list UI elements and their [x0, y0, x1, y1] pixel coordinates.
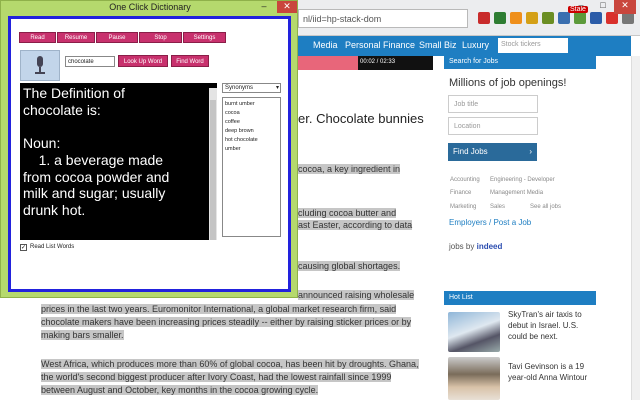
synonym-item[interactable]: deep brown	[225, 128, 254, 134]
job-category-link[interactable]: See all jobs	[530, 204, 561, 210]
synonyms-select[interactable]: Synonyms ▾	[222, 83, 281, 93]
dictionary-close-button[interactable]: ✕	[277, 1, 297, 13]
resume-button[interactable]: Resume	[57, 32, 95, 43]
find-word-button[interactable]: Find Word	[171, 55, 209, 67]
article-line: ast Easter, according to data	[298, 220, 413, 230]
job-category-link[interactable]: Engineering - Developer	[490, 177, 555, 183]
word-input[interactable]	[65, 56, 115, 67]
article-line: West Africa, which produces more than 60…	[41, 359, 419, 369]
article-line: causing global shortages.	[298, 261, 401, 271]
synonyms-select-value: Synonyms	[225, 85, 254, 91]
address-bar[interactable]: nl/iid=hp-stack-dom	[298, 9, 468, 28]
article-line: the world's second biggest producer afte…	[41, 372, 392, 382]
article-line: prices in the last two years. Euromonito…	[41, 304, 397, 314]
read-button[interactable]: Read	[19, 32, 56, 43]
find-jobs-button[interactable]: Find Jobs ›	[448, 143, 537, 161]
hotlist-text[interactable]: debut in Israel. U.S.	[508, 321, 578, 330]
close-button[interactable]: ✕	[614, 0, 636, 14]
definition-panel[interactable]: The Definition of chocolate is: Noun: 1.…	[20, 83, 217, 240]
synonym-item[interactable]: umber	[225, 146, 241, 152]
extension-icon[interactable]	[494, 12, 506, 24]
microphone-base	[35, 72, 45, 74]
minimize-button[interactable]: –	[570, 0, 592, 14]
window-caption-buttons: – □ ✕	[570, 0, 636, 14]
extension-icon[interactable]	[558, 12, 570, 24]
stock-search-input[interactable]: Stock tickers	[498, 38, 568, 53]
extension-icon[interactable]	[510, 12, 522, 24]
extension-icon[interactable]	[526, 12, 538, 24]
hotlist-text[interactable]: could be next.	[508, 332, 558, 341]
chevron-right-icon: ›	[529, 147, 532, 156]
settings-button[interactable]: Settings	[183, 32, 226, 43]
synonym-item[interactable]: burnt umber	[225, 101, 255, 107]
article-line: making bars smaller.	[41, 330, 124, 340]
hotlist-header: Hot List	[444, 291, 596, 305]
job-category-link[interactable]: Management Media	[490, 190, 543, 196]
synonym-item[interactable]: cocoa	[225, 110, 240, 116]
hotlist-thumbnail[interactable]	[448, 312, 500, 352]
jobs-by-label: jobs by indeed	[449, 242, 503, 251]
synonyms-list[interactable]: burnt umber cocoa coffee deep brown hot …	[222, 97, 281, 237]
look-up-word-button[interactable]: Look Up Word	[118, 55, 168, 67]
hotlist-text[interactable]: year-old Anna Wintour	[508, 373, 587, 382]
extension-icon[interactable]	[542, 12, 554, 24]
synonym-item[interactable]: coffee	[225, 119, 240, 125]
job-title-input[interactable]: Job title	[448, 95, 538, 113]
definition-text: The Definition of chocolate is: Noun: 1.…	[23, 85, 170, 218]
article-line: cocoa, a key ingredient in	[298, 164, 401, 174]
chevron-down-icon: ▾	[275, 85, 279, 91]
find-jobs-label: Find Jobs	[453, 147, 488, 156]
hotlist-text[interactable]: SkyTran's air taxis to	[508, 310, 582, 319]
microphone-icon	[37, 56, 43, 67]
job-category-link[interactable]: Accounting	[450, 177, 480, 183]
nav-small-biz[interactable]: Small Biz	[419, 40, 457, 50]
dictionary-window: One Click Dictionary – ✕ Read Resume Pau…	[0, 0, 298, 298]
employers-link[interactable]: Employers / Post a Job	[449, 218, 531, 227]
location-input[interactable]: Location	[448, 117, 538, 135]
article-headline: er. Chocolate bunnies	[298, 111, 424, 126]
read-list-words-checkbox[interactable]: ✓	[20, 244, 27, 251]
job-category-link[interactable]: Finance	[450, 190, 471, 196]
jobs-subtitle: Millions of job openings!	[449, 77, 567, 89]
pause-button[interactable]: Pause	[96, 32, 138, 43]
nav-media[interactable]: Media	[313, 40, 338, 50]
page-scrollbar[interactable]	[631, 56, 640, 400]
video-progress[interactable]	[298, 56, 358, 70]
job-category-link[interactable]: Marketing	[450, 204, 476, 210]
stop-button[interactable]: Stop	[139, 32, 182, 43]
article-line: cluding cocoa butter and	[298, 208, 397, 218]
article-line: announced raising wholesale	[298, 290, 415, 300]
dictionary-panel: Read Resume Pause Stop Settings Look Up …	[8, 16, 291, 292]
microphone-button[interactable]	[20, 50, 60, 81]
jobs-header: Search for Jobs	[444, 55, 596, 69]
scrollbar-thumb[interactable]	[210, 100, 216, 240]
hotlist-thumbnail[interactable]	[448, 357, 500, 400]
article-line: between August and October, key months i…	[41, 385, 319, 395]
read-list-words-label: Read List Words	[30, 244, 75, 250]
maximize-button[interactable]: □	[592, 0, 614, 14]
hotlist-text[interactable]: Tavi Gevinson is a 19	[508, 362, 584, 371]
nav-personal-finance[interactable]: Personal Finance	[345, 40, 415, 50]
synonym-item[interactable]: hot chocolate	[225, 137, 258, 143]
extension-icon[interactable]	[478, 12, 490, 24]
job-category-link[interactable]: Sales	[490, 204, 505, 210]
definition-scrollbar[interactable]	[209, 88, 217, 240]
article-line: chocolate makers have been increasing pr…	[41, 317, 412, 327]
indeed-logo: indeed	[476, 242, 503, 251]
dictionary-minimize-button[interactable]: –	[253, 1, 275, 13]
video-time: 00:02 / 02:33	[360, 59, 396, 65]
nav-luxury[interactable]: Luxury	[462, 40, 489, 50]
